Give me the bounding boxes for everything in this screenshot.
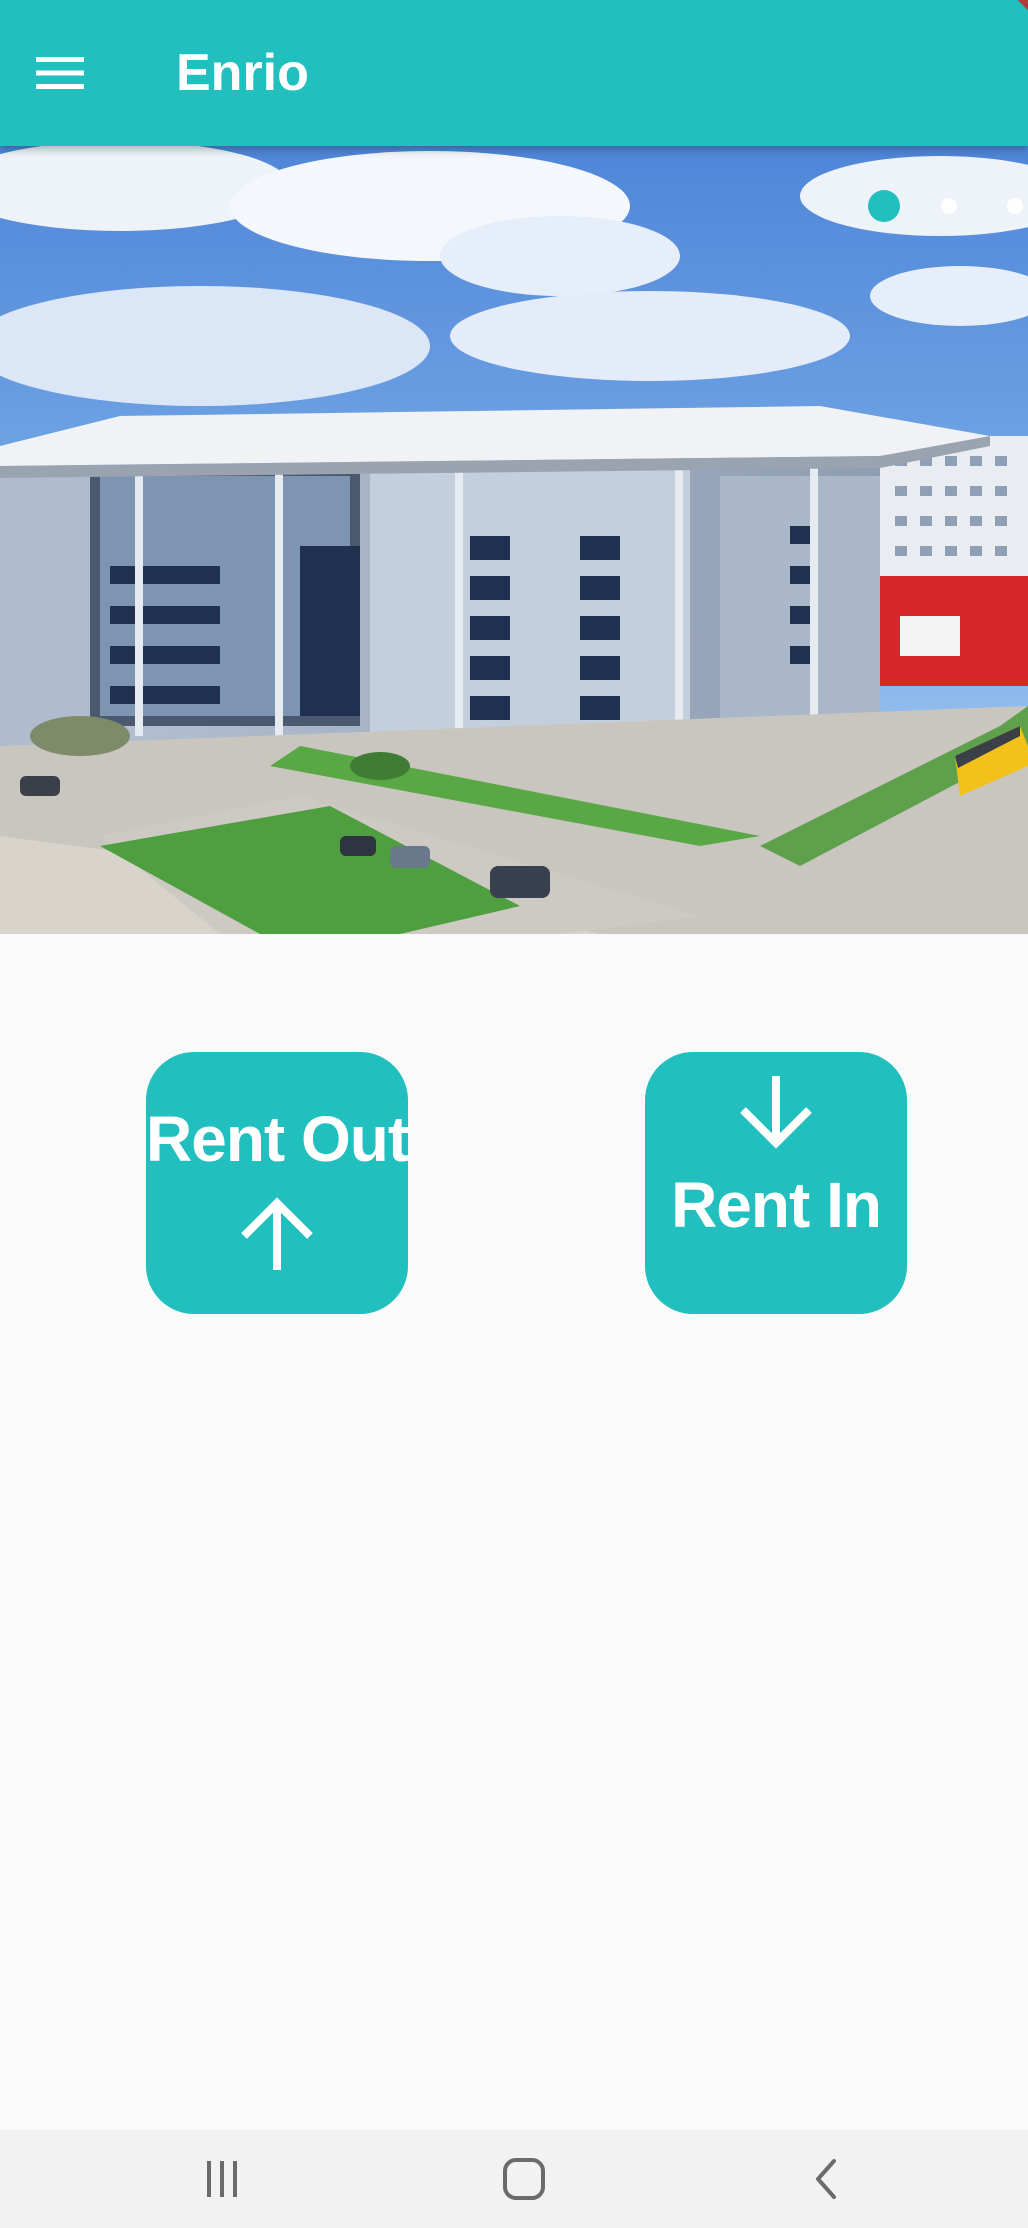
app-bar: Enrio <box>0 0 1028 146</box>
hero-carousel[interactable] <box>0 146 1028 934</box>
rent-in-label: Rent In <box>671 1169 882 1241</box>
home-icon <box>503 2158 545 2200</box>
system-navigation-bar <box>0 2130 1028 2228</box>
carousel-dot-active[interactable] <box>868 190 900 222</box>
carousel-dot[interactable] <box>941 198 957 214</box>
rent-in-button[interactable]: Rent In <box>645 1052 907 1314</box>
carousel-indicator <box>0 190 1028 230</box>
home-button[interactable] <box>474 2144 574 2214</box>
hamburger-menu-icon <box>36 57 84 89</box>
arrow-down-icon <box>740 1076 812 1149</box>
debug-banner <box>999 0 1028 24</box>
rent-out-button[interactable]: Rent Out <box>146 1052 409 1314</box>
back-button[interactable] <box>776 2144 876 2214</box>
menu-button[interactable] <box>20 33 100 113</box>
hero-image <box>0 146 1028 934</box>
back-icon <box>816 2159 836 2199</box>
recents-button[interactable] <box>172 2144 272 2214</box>
carousel-dot[interactable] <box>1007 198 1023 214</box>
app-title: Enrio <box>176 44 309 102</box>
recents-icon <box>207 2161 237 2197</box>
rent-out-label: Rent Out <box>146 1103 409 1175</box>
arrow-up-icon <box>241 1197 313 1270</box>
